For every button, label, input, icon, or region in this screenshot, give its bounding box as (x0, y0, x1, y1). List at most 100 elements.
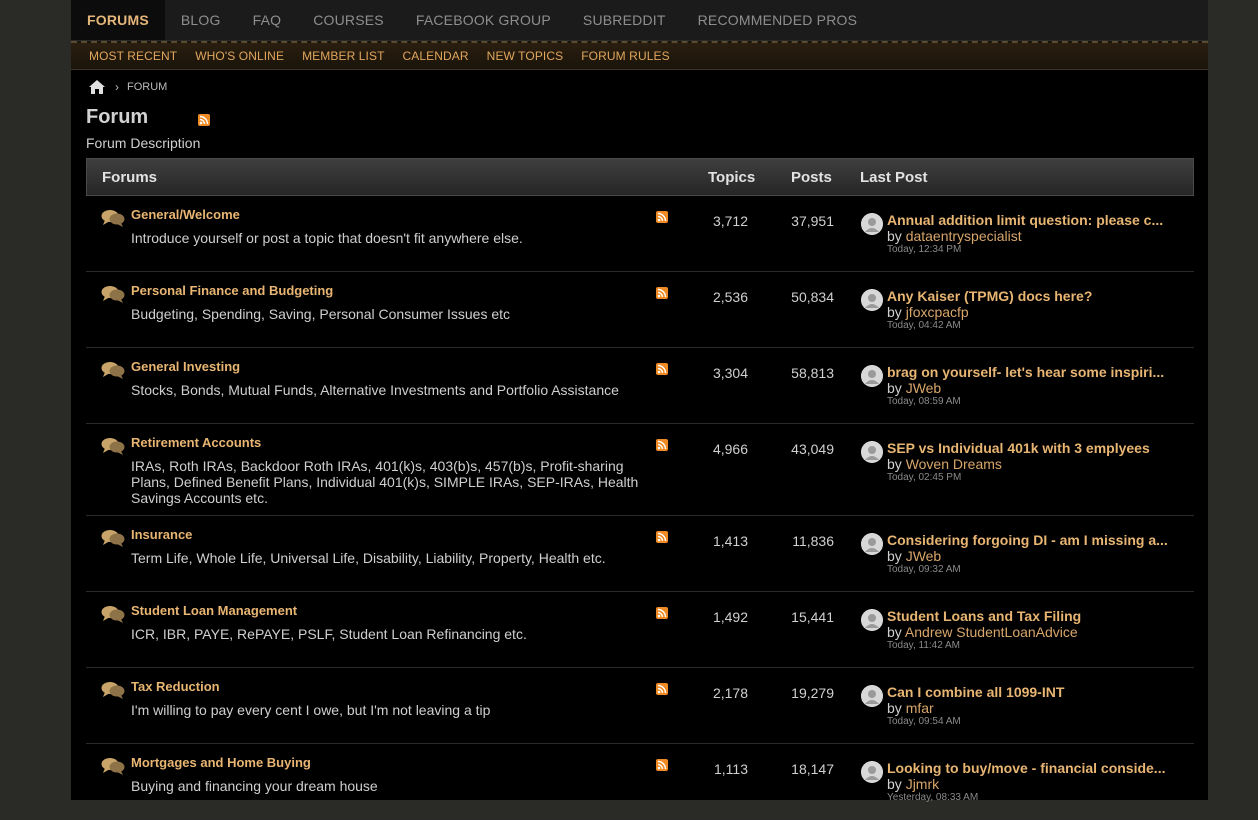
rss-icon[interactable] (656, 759, 668, 771)
last-post-author: by Andrew StudentLoanAdvice (887, 624, 1078, 640)
avatar[interactable] (861, 533, 883, 555)
last-post-title[interactable]: Student Loans and Tax Filing (887, 608, 1177, 624)
breadcrumb-current[interactable]: FORUM (127, 81, 167, 93)
subnav-forum-rules[interactable]: FORUM RULES (572, 49, 678, 63)
author-link[interactable]: Andrew StudentLoanAdvice (905, 624, 1078, 640)
by-label: by (887, 776, 906, 792)
nav-courses[interactable]: COURSES (297, 0, 400, 40)
subnav-whos-online[interactable]: WHO'S ONLINE (186, 49, 293, 63)
table-body: General/Welcome Introduce yourself or pos… (86, 196, 1194, 820)
rss-icon[interactable] (656, 439, 668, 451)
topics-count: 1,413 (712, 533, 748, 549)
posts-count: 50,834 (791, 289, 834, 305)
nav-facebook-group[interactable]: FACEBOOK GROUP (400, 0, 567, 40)
rss-icon[interactable] (656, 607, 668, 619)
by-label: by (887, 624, 905, 640)
last-post-time: Today, 08:59 AM (887, 396, 961, 407)
subnav-new-topics[interactable]: NEW TOPICS (478, 49, 573, 63)
forum-description: Introduce yourself or post a topic that … (131, 230, 523, 246)
header-forums: Forums (102, 168, 158, 186)
by-label: by (887, 456, 906, 472)
author-link[interactable]: Jjmrk (906, 776, 939, 792)
forum-name[interactable]: Student Loan Management (131, 603, 297, 618)
avatar[interactable] (861, 761, 883, 783)
last-post-time: Yesterday, 08:33 AM (887, 792, 979, 803)
forum-description: Budgeting, Spending, Saving, Personal Co… (131, 306, 511, 322)
rss-icon[interactable] (656, 363, 668, 375)
by-label: by (887, 228, 906, 244)
last-post-time: Today, 12:34 PM (887, 244, 962, 255)
table-row: Personal Finance and Budgeting Budgeting,… (86, 272, 1194, 348)
forum-name[interactable]: General/Welcome (131, 207, 240, 222)
page-description: Forum Description (86, 135, 201, 151)
forum-name[interactable]: Personal Finance and Budgeting (131, 283, 333, 298)
table-row: General Investing Stocks, Bonds, Mutual F… (86, 348, 1194, 424)
avatar[interactable] (861, 213, 883, 235)
header-last-post: Last Post (860, 168, 928, 186)
last-post-author: by mfar (887, 700, 934, 716)
by-label: by (887, 380, 906, 396)
last-post-title[interactable]: Can I combine all 1099-INT (887, 684, 1177, 700)
subnav-calendar[interactable]: CALENDAR (394, 49, 478, 63)
by-label: by (887, 304, 906, 320)
nav-recommended-pros[interactable]: RECOMMENDED PROS (682, 0, 874, 40)
author-link[interactable]: Woven Dreams (906, 456, 1002, 472)
forum-name[interactable]: Mortgages and Home Buying (131, 755, 311, 770)
forum-description: ICR, IBR, PAYE, RePAYE, PSLF, Student Lo… (131, 626, 527, 642)
rss-icon[interactable] (656, 683, 668, 695)
forum-description: Buying and financing your dream house (131, 778, 378, 794)
forum-name[interactable]: Insurance (131, 527, 192, 542)
table-row: Retirement Accounts IRAs, Roth IRAs, Back… (86, 424, 1194, 516)
speech-bubble-icon (101, 361, 125, 384)
rss-icon[interactable] (656, 287, 668, 299)
author-link[interactable]: jfoxcpacfp (906, 304, 969, 320)
last-post-author: by JWeb (887, 548, 941, 564)
rss-icon[interactable] (198, 113, 211, 126)
topics-count: 4,966 (712, 441, 748, 457)
table-row: Tax Reduction I'm willing to pay every ce… (86, 668, 1194, 744)
last-post-author: by jfoxcpacfp (887, 304, 969, 320)
nav-blog[interactable]: BLOG (165, 0, 237, 40)
subnav-most-recent[interactable]: MOST RECENT (71, 49, 186, 63)
home-icon[interactable] (89, 80, 105, 94)
subnav-member-list[interactable]: MEMBER LIST (293, 49, 393, 63)
forum-description: Stocks, Bonds, Mutual Funds, Alternative… (131, 382, 619, 398)
avatar[interactable] (861, 685, 883, 707)
topics-count: 3,304 (712, 365, 748, 381)
last-post-title[interactable]: Annual addition limit question: please c… (887, 212, 1177, 228)
author-link[interactable]: dataentryspecialist (906, 228, 1022, 244)
last-post-title[interactable]: Any Kaiser (TPMG) docs here? (887, 288, 1177, 304)
nav-forums[interactable]: FORUMS (71, 0, 165, 40)
last-post-title[interactable]: Considering forgoing DI - am I missing a… (887, 532, 1177, 548)
speech-bubble-icon (101, 757, 125, 780)
last-post-author: by Jjmrk (887, 776, 939, 792)
rss-icon[interactable] (656, 211, 668, 223)
chevron-right-icon: › (115, 80, 119, 94)
avatar[interactable] (861, 609, 883, 631)
last-post-author: by JWeb (887, 380, 941, 396)
rss-icon[interactable] (656, 531, 668, 543)
table-header: Forums Topics Posts Last Post (86, 158, 1194, 196)
avatar[interactable] (861, 289, 883, 311)
last-post-title[interactable]: SEP vs Individual 401k with 3 emplyees (887, 440, 1177, 456)
author-link[interactable]: JWeb (906, 548, 942, 564)
posts-count: 58,813 (791, 365, 834, 381)
nav-subreddit[interactable]: SUBREDDIT (567, 0, 682, 40)
nav-faq[interactable]: FAQ (237, 0, 298, 40)
author-link[interactable]: mfar (906, 700, 934, 716)
last-post-title[interactable]: brag on yourself- let's hear some inspir… (887, 364, 1177, 380)
author-link[interactable]: JWeb (906, 380, 942, 396)
posts-count: 43,049 (791, 441, 834, 457)
forum-name[interactable]: Tax Reduction (131, 679, 220, 694)
last-post-time: Today, 04:42 AM (887, 320, 961, 331)
topics-count: 1,113 (714, 761, 748, 777)
top-navigation: FORUMS BLOG FAQ COURSES FACEBOOK GROUP S… (71, 0, 1208, 41)
topics-count: 3,712 (712, 213, 748, 229)
forum-name[interactable]: Retirement Accounts (131, 435, 261, 450)
avatar[interactable] (861, 365, 883, 387)
forum-name[interactable]: General Investing (131, 359, 240, 374)
last-post-title[interactable]: Looking to buy/move - financial conside.… (887, 760, 1177, 776)
last-post-time: Today, 02:45 PM (887, 472, 962, 483)
page-container: FORUMS BLOG FAQ COURSES FACEBOOK GROUP S… (71, 0, 1208, 820)
avatar[interactable] (861, 441, 883, 463)
